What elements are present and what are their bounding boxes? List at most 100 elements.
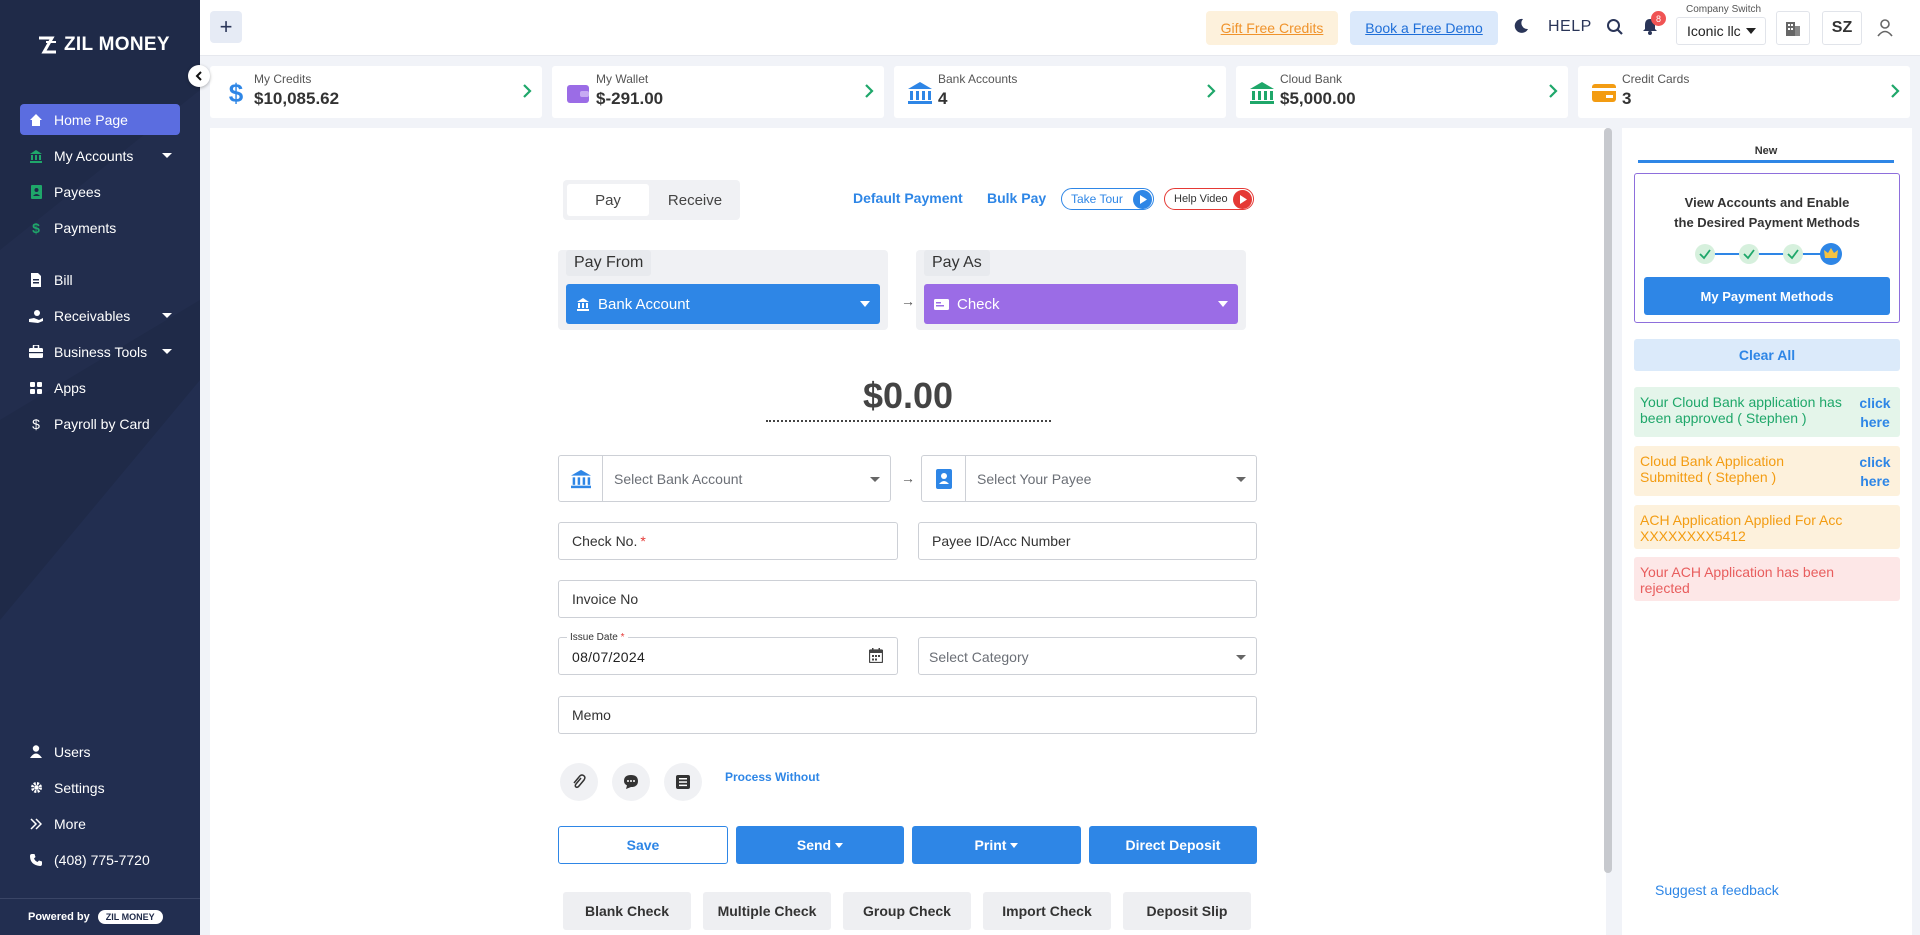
check-icon — [934, 298, 949, 310]
multiple-check-button[interactable]: Multiple Check — [703, 892, 831, 930]
sidebar-item-receivables[interactable]: Receivables — [20, 300, 180, 331]
powered-by-logo[interactable]: ZIL MONEY — [97, 910, 163, 924]
building-icon[interactable] — [1776, 11, 1810, 45]
book-demo-button[interactable]: Book a Free Demo — [1350, 11, 1498, 45]
invoice-no-placeholder: Invoice No — [572, 591, 639, 607]
default-payment-link[interactable]: Default Payment — [853, 190, 963, 206]
sidebar-item-label: Settings — [54, 779, 105, 796]
gift-free-credits-button[interactable]: Gift Free Credits — [1206, 11, 1338, 45]
memo-field[interactable]: Memo — [558, 696, 1257, 734]
card-value: $-291.00 — [596, 89, 664, 108]
sidebar-item-home-page[interactable]: Home Page — [20, 104, 180, 135]
sidebar-item-users[interactable]: Users — [20, 736, 180, 767]
suggest-feedback-link[interactable]: Suggest a feedback — [1655, 882, 1779, 898]
take-tour-button[interactable]: Take Tour — [1061, 188, 1154, 210]
my-payment-methods-button[interactable]: My Payment Methods — [1644, 277, 1890, 315]
select-payee[interactable]: Select Your Payee — [921, 455, 1257, 502]
deposit-slip-button[interactable]: Deposit Slip — [1123, 892, 1251, 930]
credit-card-icon — [1590, 79, 1618, 107]
sidebar-item-bill[interactable]: Bill — [20, 264, 180, 295]
summary-card-my-wallet[interactable]: My Wallet $-291.00 — [552, 66, 884, 118]
caret-down-icon — [1745, 28, 1756, 34]
take-tour-label: Take Tour — [1071, 192, 1123, 206]
pay-from-dropdown[interactable]: Bank Account — [566, 284, 880, 324]
calendar-icon[interactable] — [869, 648, 883, 663]
comment-button[interactable] — [612, 763, 650, 801]
sidebar-item-payments[interactable]: $ Payments — [20, 212, 180, 243]
amount-input[interactable]: $0.00 — [765, 375, 1051, 417]
arrow-right-icon: → — [901, 293, 915, 309]
notification-message: Your ACH Application has been rejected — [1640, 564, 1835, 596]
card-label: My Credits — [254, 72, 312, 86]
group-check-button[interactable]: Group Check — [843, 892, 971, 930]
sidebar-item-settings[interactable]: Settings — [20, 772, 180, 803]
tab-receive[interactable]: Receive — [653, 184, 737, 216]
sidebar-item-my-accounts[interactable]: My Accounts — [20, 140, 180, 171]
sidebar-item-label: Home Page — [54, 111, 128, 128]
select-bank-account[interactable]: Select Bank Account — [558, 455, 891, 502]
sidebar-item-more[interactable]: More — [20, 808, 180, 839]
sidebar-item-label: My Accounts — [54, 147, 134, 164]
user-icon — [28, 744, 44, 760]
send-button[interactable]: Send — [736, 826, 904, 864]
clear-all-button[interactable]: Clear All — [1634, 339, 1900, 371]
notification-bell-icon[interactable]: 8 — [1642, 11, 1666, 35]
process-without-link[interactable]: Process Without — [725, 770, 820, 784]
sidebar-item-payroll-by-card[interactable]: $ Payroll by Card — [20, 408, 180, 439]
profile-icon[interactable] — [1868, 11, 1902, 45]
list-button[interactable] — [664, 763, 702, 801]
memo-placeholder: Memo — [572, 707, 611, 723]
check-no-field[interactable]: Check No. * — [558, 522, 898, 560]
zil-wing-icon — [39, 36, 56, 54]
issue-date-field[interactable]: Issue Date * 08/07/2024 — [558, 632, 898, 675]
help-link[interactable]: HELP — [1548, 18, 1592, 36]
pay-receive-tabs: Pay Receive — [563, 180, 740, 220]
summary-card-cloud-bank[interactable]: Cloud Bank $5,000.00 — [1236, 66, 1568, 118]
amount-underline — [766, 420, 1051, 422]
dark-mode-icon[interactable] — [1513, 18, 1529, 34]
direct-deposit-button[interactable]: Direct Deposit — [1089, 826, 1257, 864]
summary-card-credit-cards[interactable]: Credit Cards 3 — [1578, 66, 1910, 118]
apps-grid-icon — [28, 380, 44, 396]
help-video-button[interactable]: Help Video — [1164, 188, 1254, 210]
print-label: Print — [974, 837, 1007, 853]
sidebar-item-phone[interactable]: (408) 775-7720 — [20, 844, 180, 875]
sidebar-collapse-button[interactable] — [188, 65, 210, 87]
tab-pay[interactable]: Pay — [567, 184, 649, 216]
search-icon[interactable] — [1606, 18, 1624, 36]
bank-icon — [906, 79, 934, 107]
pay-as-title: Pay As — [924, 250, 990, 276]
blank-check-button[interactable]: Blank Check — [563, 892, 691, 930]
chevron-right-icon — [864, 83, 874, 99]
add-button[interactable]: + — [210, 11, 242, 43]
card-label: Cloud Bank — [1280, 72, 1343, 86]
summary-card-bank-accounts[interactable]: Bank Accounts 4 — [894, 66, 1226, 118]
payee-id-field[interactable]: Payee ID/Acc Number — [918, 522, 1257, 560]
attachment-button[interactable] — [560, 763, 598, 801]
import-check-button[interactable]: Import Check — [983, 892, 1111, 930]
sidebar-item-apps[interactable]: Apps — [20, 372, 180, 403]
invoice-no-field[interactable]: Invoice No — [558, 580, 1257, 618]
click-here-link[interactable]: click here — [1858, 394, 1892, 432]
bulk-pay-link[interactable]: Bulk Pay — [987, 190, 1046, 206]
zil-money-logo[interactable]: ZIL MONEY — [38, 34, 170, 56]
sidebar-item-business-tools[interactable]: Business Tools — [20, 336, 180, 367]
briefcase-icon — [28, 344, 44, 360]
select-bank-placeholder: Select Bank Account — [614, 471, 743, 487]
company-switch-select[interactable]: Iconic llc — [1676, 17, 1766, 45]
click-here-link[interactable]: click here — [1858, 453, 1892, 491]
pay-as-dropdown[interactable]: Check — [924, 284, 1238, 324]
user-initials-button[interactable]: SZ — [1822, 11, 1862, 45]
main-scrollbar[interactable] — [1604, 128, 1612, 873]
company-switch[interactable]: Company Switch Iconic llc — [1676, 4, 1766, 45]
check-no-placeholder: Check No. — [572, 533, 638, 549]
select-category[interactable]: Select Category — [918, 637, 1257, 675]
chevron-right-icon — [522, 83, 532, 99]
sidebar-item-payees[interactable]: Payees — [20, 176, 180, 207]
save-button[interactable]: Save — [558, 826, 728, 864]
secondary-nav: Bill Receivables Business Tools Apps $ P… — [20, 264, 180, 444]
summary-card-my-credits[interactable]: $ My Credits $10,085.62 — [210, 66, 542, 118]
tab-new[interactable]: New — [1638, 145, 1894, 157]
print-button[interactable]: Print — [912, 826, 1081, 864]
sidebar-item-label: Payees — [54, 183, 101, 200]
